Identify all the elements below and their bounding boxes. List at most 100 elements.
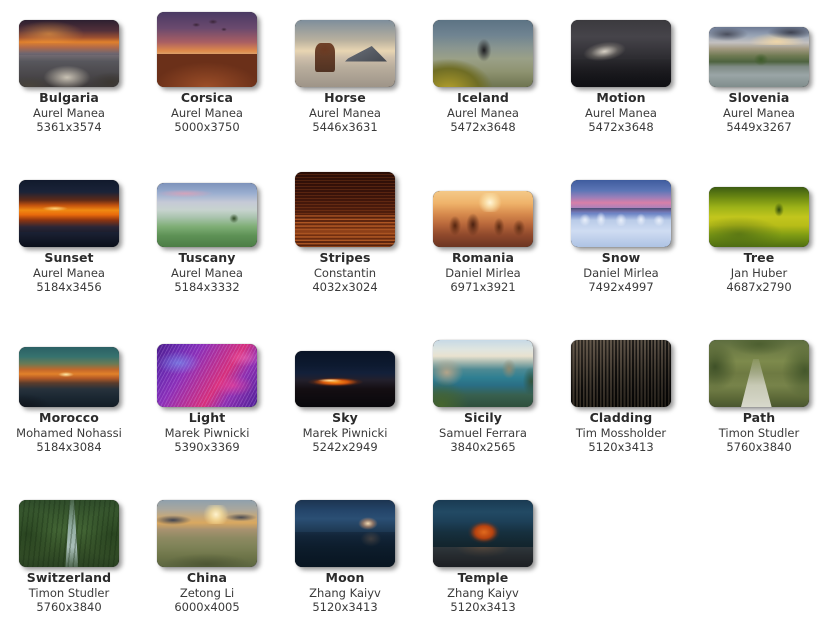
wallpaper-dimensions: 6000x4005: [138, 599, 276, 614]
wallpaper-dimensions: 4032x3024: [276, 279, 414, 294]
caption-sky: SkyMarek Piwnicki5242x2949: [276, 407, 414, 454]
thumbnail-image-romania: [433, 191, 533, 247]
wallpaper-title: Cladding: [552, 407, 690, 425]
gallery-item-cladding[interactable]: CladdingTim Mossholder5120x3413: [552, 330, 690, 454]
gallery-item-stripes[interactable]: StripesConstantin4032x3024: [276, 170, 414, 294]
wallpaper-author: Timon Studler: [690, 425, 824, 440]
gallery-item-path[interactable]: PathTimon Studler5760x3840: [690, 330, 824, 454]
gallery-item-motion[interactable]: MotionAurel Manea5472x3648: [552, 10, 690, 134]
caption-snow: SnowDaniel Mirlea7492x4997: [552, 247, 690, 294]
wallpaper-dimensions: 5472x3648: [414, 119, 552, 134]
gallery-item-moon[interactable]: MoonZhang Kaiyv5120x3413: [276, 490, 414, 614]
thumbnail-moon[interactable]: [295, 500, 395, 567]
thumbnail-band: [690, 10, 824, 87]
thumbnail-image-china: [157, 500, 257, 567]
thumbnail-switzerland[interactable]: [19, 500, 119, 567]
wallpaper-title: Sunset: [0, 247, 138, 265]
wallpaper-author: Mohamed Nohassi: [0, 425, 138, 440]
wallpaper-dimensions: 3840x2565: [414, 439, 552, 454]
wallpaper-title: Stripes: [276, 247, 414, 265]
caption-china: ChinaZetong Li6000x4005: [138, 567, 276, 614]
wallpaper-title: Tuscany: [138, 247, 276, 265]
thumbnail-corsica[interactable]: [157, 12, 257, 87]
wallpaper-dimensions: 5361x3574: [0, 119, 138, 134]
thumbnail-image-sunset: [19, 180, 119, 247]
caption-iceland: IcelandAurel Manea5472x3648: [414, 87, 552, 134]
wallpaper-dimensions: 6971x3921: [414, 279, 552, 294]
thumbnail-romania[interactable]: [433, 191, 533, 247]
gallery-item-temple[interactable]: TempleZhang Kaiyv5120x3413: [414, 490, 552, 614]
thumbnail-band: [690, 170, 824, 247]
gallery-item-sicily[interactable]: SicilySamuel Ferrara3840x2565: [414, 330, 552, 454]
wallpaper-author: Daniel Mirlea: [414, 265, 552, 280]
caption-cladding: CladdingTim Mossholder5120x3413: [552, 407, 690, 454]
thumbnail-tree[interactable]: [709, 187, 809, 247]
thumbnail-morocco[interactable]: [19, 347, 119, 407]
thumbnail-path[interactable]: [709, 340, 809, 407]
thumbnail-tuscany[interactable]: [157, 183, 257, 247]
gallery-item-morocco[interactable]: MoroccoMohamed Nohassi5184x3084: [0, 330, 138, 454]
gallery-item-light[interactable]: LightMarek Piwnicki5390x3369: [138, 330, 276, 454]
gallery-item-corsica[interactable]: CorsicaAurel Manea5000x3750: [138, 10, 276, 134]
thumbnail-image-tree: [709, 187, 809, 247]
thumbnail-stripes[interactable]: [295, 172, 395, 247]
wallpaper-title: Motion: [552, 87, 690, 105]
gallery-item-tree[interactable]: TreeJan Huber4687x2790: [690, 170, 824, 294]
wallpaper-title: China: [138, 567, 276, 585]
gallery-item-romania[interactable]: RomaniaDaniel Mirlea6971x3921: [414, 170, 552, 294]
gallery-item-snow[interactable]: SnowDaniel Mirlea7492x4997: [552, 170, 690, 294]
caption-sunset: SunsetAurel Manea5184x3456: [0, 247, 138, 294]
gallery-item-tuscany[interactable]: TuscanyAurel Manea5184x3332: [138, 170, 276, 294]
thumbnail-image-morocco: [19, 347, 119, 407]
wallpaper-gallery-grid: BulgariaAurel Manea5361x3574CorsicaAurel…: [0, 0, 824, 627]
wallpaper-title: Path: [690, 407, 824, 425]
caption-temple: TempleZhang Kaiyv5120x3413: [414, 567, 552, 614]
thumbnail-sky[interactable]: [295, 351, 395, 407]
thumbnail-band: [0, 170, 138, 247]
wallpaper-dimensions: 5184x3456: [0, 279, 138, 294]
wallpaper-author: Aurel Manea: [138, 105, 276, 120]
gallery-item-sunset[interactable]: SunsetAurel Manea5184x3456: [0, 170, 138, 294]
thumbnail-china[interactable]: [157, 500, 257, 567]
gallery-item-china[interactable]: ChinaZetong Li6000x4005: [138, 490, 276, 614]
wallpaper-dimensions: 5446x3631: [276, 119, 414, 134]
thumbnail-temple[interactable]: [433, 500, 533, 567]
gallery-item-slovenia[interactable]: SloveniaAurel Manea5449x3267: [690, 10, 824, 134]
wallpaper-dimensions: 5449x3267: [690, 119, 824, 134]
wallpaper-dimensions: 5000x3750: [138, 119, 276, 134]
thumbnail-cladding[interactable]: [571, 340, 671, 407]
thumbnail-horse[interactable]: [295, 20, 395, 87]
gallery-item-bulgaria[interactable]: BulgariaAurel Manea5361x3574: [0, 10, 138, 134]
gallery-item-horse[interactable]: HorseAurel Manea5446x3631: [276, 10, 414, 134]
wallpaper-dimensions: 5390x3369: [138, 439, 276, 454]
wallpaper-author: Aurel Manea: [0, 105, 138, 120]
thumbnail-bulgaria[interactable]: [19, 20, 119, 87]
wallpaper-dimensions: 7492x4997: [552, 279, 690, 294]
thumbnail-band: [138, 170, 276, 247]
thumbnail-motion[interactable]: [571, 20, 671, 87]
wallpaper-title: Tree: [690, 247, 824, 265]
wallpaper-author: Zetong Li: [138, 585, 276, 600]
thumbnail-band: [276, 170, 414, 247]
thumbnail-snow[interactable]: [571, 180, 671, 247]
wallpaper-author: Constantin: [276, 265, 414, 280]
wallpaper-title: Romania: [414, 247, 552, 265]
wallpaper-title: Light: [138, 407, 276, 425]
thumbnail-image-stripes: [295, 172, 395, 247]
thumbnail-band: [0, 10, 138, 87]
thumbnail-iceland[interactable]: [433, 20, 533, 87]
thumbnail-light[interactable]: [157, 344, 257, 407]
thumbnail-image-slovenia: [709, 27, 809, 87]
thumbnail-sicily[interactable]: [433, 340, 533, 407]
thumbnail-band: [414, 330, 552, 407]
thumbnail-slovenia[interactable]: [709, 27, 809, 87]
gallery-item-sky[interactable]: SkyMarek Piwnicki5242x2949: [276, 330, 414, 454]
wallpaper-dimensions: 5472x3648: [552, 119, 690, 134]
wallpaper-author: Aurel Manea: [414, 105, 552, 120]
gallery-item-switzerland[interactable]: SwitzerlandTimon Studler5760x3840: [0, 490, 138, 614]
thumbnail-sunset[interactable]: [19, 180, 119, 247]
wallpaper-author: Daniel Mirlea: [552, 265, 690, 280]
wallpaper-dimensions: 5184x3332: [138, 279, 276, 294]
gallery-item-iceland[interactable]: IcelandAurel Manea5472x3648: [414, 10, 552, 134]
caption-slovenia: SloveniaAurel Manea5449x3267: [690, 87, 824, 134]
